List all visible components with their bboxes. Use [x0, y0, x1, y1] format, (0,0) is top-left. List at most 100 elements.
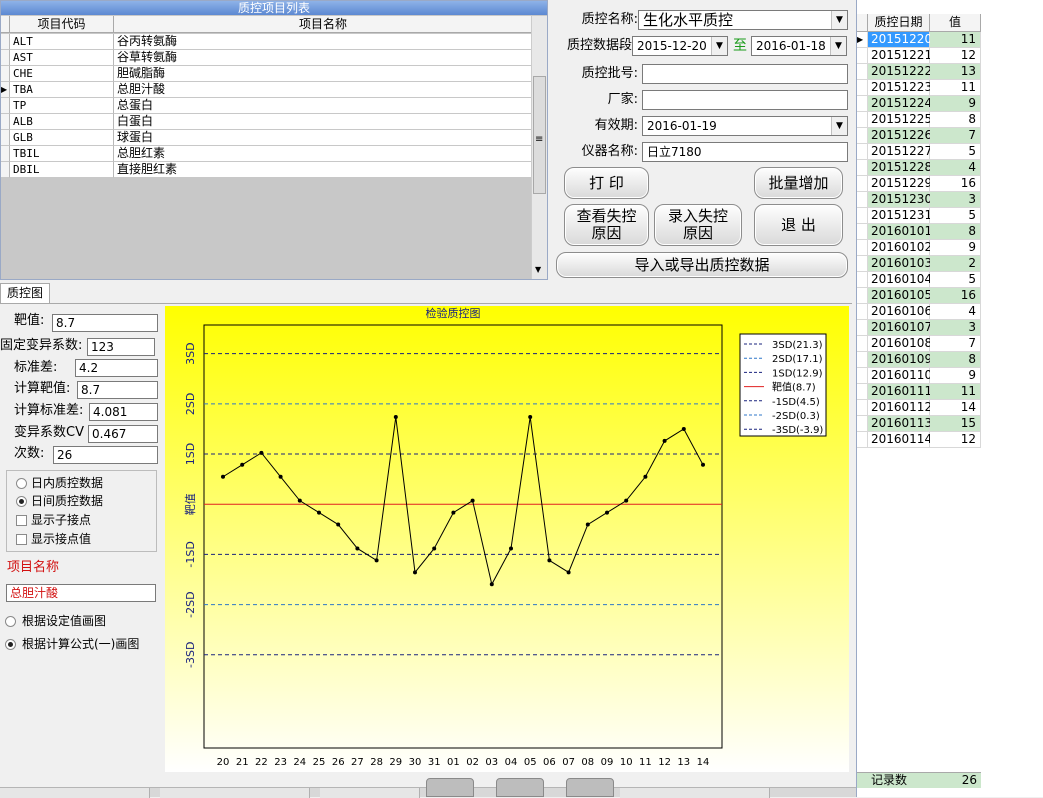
cell-code[interactable]: TBA: [10, 82, 114, 98]
cell-date[interactable]: 20160106: [868, 304, 932, 320]
cell-code[interactable]: CHE: [10, 66, 114, 82]
table-row[interactable]: 20151225 8: [857, 112, 981, 128]
cell-value[interactable]: 12: [930, 432, 981, 448]
cell-date[interactable]: 20160109: [868, 352, 932, 368]
cell-date[interactable]: 20160110: [868, 368, 932, 384]
cell-value[interactable]: 14: [930, 400, 981, 416]
cell-value[interactable]: 9: [930, 240, 981, 256]
cell-value[interactable]: 15: [930, 416, 981, 432]
scroll-down-icon[interactable]: ▼: [535, 265, 541, 274]
cell-name[interactable]: 总胆汁酸: [114, 82, 533, 98]
cell-code[interactable]: TBIL: [10, 146, 114, 162]
cell-name[interactable]: 谷草转氨酶: [114, 50, 533, 66]
cell-name[interactable]: 直接胆红素: [114, 162, 533, 178]
table-row[interactable]: ▶ 20151220 11: [857, 32, 981, 48]
overlay-control-fit-icon[interactable]: [496, 778, 544, 797]
item-name-input[interactable]: 总胆汁酸: [6, 584, 156, 602]
cell-date[interactable]: 20151221: [868, 48, 932, 64]
cell-date[interactable]: 20160111: [868, 384, 932, 400]
cell-date[interactable]: 20160113: [868, 416, 932, 432]
cell-name[interactable]: 球蛋白: [114, 130, 533, 146]
table-row[interactable]: 20160113 15: [857, 416, 981, 432]
tab-qc-chart[interactable]: 质控图: [0, 283, 50, 303]
draw-by-set-label[interactable]: 根据设定值画图: [22, 612, 106, 630]
cell-date[interactable]: 20160114: [868, 432, 932, 448]
exit-button[interactable]: 退 出: [754, 204, 843, 246]
table-row[interactable]: 20160105 16: [857, 288, 981, 304]
table-row[interactable]: DBIL 直接胆红素: [1, 162, 533, 178]
enter-cause-button[interactable]: 录入失控 原因: [654, 204, 742, 246]
table-row[interactable]: CHE 胆碱脂酶: [1, 66, 533, 82]
table-row[interactable]: 20160112 14: [857, 400, 981, 416]
cell-date[interactable]: 20160101: [868, 224, 932, 240]
cell-date[interactable]: 20151223: [868, 80, 932, 96]
draw-by-calc-label[interactable]: 根据计算公式(一)画图: [22, 635, 139, 653]
print-button[interactable]: 打 印: [564, 167, 649, 199]
count-input[interactable]: 26: [53, 446, 158, 464]
cell-value[interactable]: 16: [930, 288, 981, 304]
cell-date[interactable]: 20151230: [868, 192, 932, 208]
cell-date[interactable]: 20151227: [868, 144, 932, 160]
cell-value[interactable]: 7: [930, 336, 981, 352]
cell-name[interactable]: 总胆红素: [114, 146, 533, 162]
table-row[interactable]: 20160107 3: [857, 320, 981, 336]
view-cause-button[interactable]: 查看失控 原因: [564, 204, 649, 246]
show-value-label[interactable]: 显示接点值: [31, 530, 91, 548]
table-row[interactable]: 20160109 8: [857, 352, 981, 368]
table-row[interactable]: 20151229 16: [857, 176, 981, 192]
table-row[interactable]: AST 谷草转氨酶: [1, 50, 533, 66]
chevron-down-icon[interactable]: ▼: [711, 37, 727, 55]
chevron-down-icon[interactable]: ▼: [831, 117, 847, 135]
cell-date[interactable]: 20151226: [868, 128, 932, 144]
cell-value[interactable]: 9: [930, 368, 981, 384]
table-row[interactable]: 20151224 9: [857, 96, 981, 112]
cell-value[interactable]: 3: [930, 192, 981, 208]
table-row[interactable]: 20160104 5: [857, 272, 981, 288]
qc-name-select[interactable]: 生化水平质控 ▼: [638, 10, 848, 30]
cell-value[interactable]: 2: [930, 256, 981, 272]
cell-name[interactable]: 谷丙转氨酶: [114, 34, 533, 50]
cell-value[interactable]: 5: [930, 144, 981, 160]
cell-date[interactable]: 20160107: [868, 320, 932, 336]
draw-by-set-radio[interactable]: [5, 616, 16, 627]
intraday-label[interactable]: 日内质控数据: [31, 474, 103, 492]
show-child-checkbox[interactable]: [16, 515, 27, 526]
cell-value[interactable]: 16: [930, 176, 981, 192]
cell-code[interactable]: DBIL: [10, 162, 114, 178]
cell-value[interactable]: 5: [930, 208, 981, 224]
fixed-cv-input[interactable]: 123: [87, 338, 155, 356]
cell-value[interactable]: 11: [930, 384, 981, 400]
interday-radio[interactable]: [16, 496, 27, 507]
cell-code[interactable]: ALT: [10, 34, 114, 50]
cell-date[interactable]: 20151222: [868, 64, 932, 80]
cell-value[interactable]: 4: [930, 304, 981, 320]
cell-value[interactable]: 12: [930, 48, 981, 64]
table-row[interactable]: 20151227 5: [857, 144, 981, 160]
table-row[interactable]: 20151231 5: [857, 208, 981, 224]
cell-code[interactable]: TP: [10, 98, 114, 114]
instrument-input[interactable]: 日立7180: [642, 142, 848, 162]
table-row[interactable]: GLB 球蛋白: [1, 130, 533, 146]
table-row[interactable]: ▶ TBA 总胆汁酸: [1, 82, 533, 98]
batch-input[interactable]: [642, 64, 848, 84]
cell-date[interactable]: 20160102: [868, 240, 932, 256]
cell-date[interactable]: 20151229: [868, 176, 932, 192]
cell-value[interactable]: 8: [930, 352, 981, 368]
cv-input[interactable]: 0.467: [88, 425, 158, 443]
sd-input[interactable]: 4.2: [75, 359, 158, 377]
cell-code[interactable]: GLB: [10, 130, 114, 146]
show-child-label[interactable]: 显示子接点: [31, 511, 91, 529]
cell-date[interactable]: 20151220: [868, 32, 932, 48]
table-row[interactable]: ALB 白蛋白: [1, 114, 533, 130]
cell-value[interactable]: 4: [930, 160, 981, 176]
table-row[interactable]: 20160103 2: [857, 256, 981, 272]
cell-value[interactable]: 9: [930, 96, 981, 112]
table-row[interactable]: 20160101 8: [857, 224, 981, 240]
cell-date[interactable]: 20151224: [868, 96, 932, 112]
table-row[interactable]: 20160111 11: [857, 384, 981, 400]
expiry-select[interactable]: 2016-01-19 ▼: [642, 116, 848, 136]
column-header-value[interactable]: 值: [930, 14, 981, 32]
table-row[interactable]: TP 总蛋白: [1, 98, 533, 114]
table-row[interactable]: 20151228 4: [857, 160, 981, 176]
project-list-scrollbar[interactable]: ≡ ▼: [531, 16, 547, 279]
